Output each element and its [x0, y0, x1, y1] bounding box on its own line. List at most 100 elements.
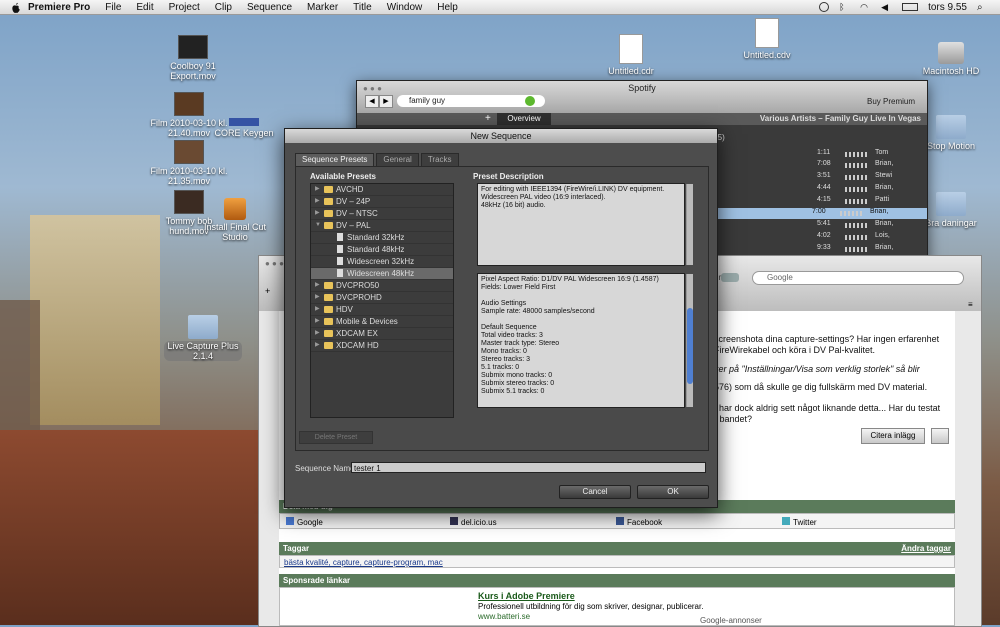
bookmarks-menu-icon[interactable]: ≡	[968, 300, 973, 309]
preset-file-icon	[337, 233, 343, 241]
disclosure-closed-icon[interactable]: ▶	[315, 328, 320, 339]
menu-project[interactable]: Project	[169, 2, 200, 13]
share-twitter-link[interactable]: Twitter	[782, 517, 817, 527]
menu-app[interactable]: Premiere Pro	[28, 2, 90, 13]
tab-sequence-presets[interactable]: Sequence Presets	[295, 153, 375, 166]
share-label: Facebook	[627, 518, 663, 527]
preset-folder-row[interactable]: ▶ DV – NTSC	[311, 208, 453, 220]
delete-preset-button[interactable]: Delete Preset	[299, 431, 373, 444]
edit-tags-link[interactable]: Ändra taggar	[901, 542, 951, 555]
disclosure-closed-icon[interactable]: ▶	[315, 304, 320, 315]
spotlight-search-icon[interactable]: ⌕	[977, 2, 988, 13]
menu-sequence[interactable]: Sequence	[247, 2, 292, 13]
sponsored-section: Kurs i Adobe Premiere Professionell utbi…	[279, 587, 955, 626]
preset-folder-row[interactable]: ▶ DVCPROHD	[311, 292, 453, 304]
cancel-button[interactable]: Cancel	[559, 485, 631, 499]
folder-icon	[324, 330, 333, 337]
tags-list[interactable]: bästa kvalité, capture, capture-program,…	[284, 558, 443, 567]
battery-icon[interactable]	[902, 3, 919, 11]
preset-label: Widescreen 32kHz	[347, 257, 415, 266]
spotify-search-input[interactable]: family guy	[397, 95, 545, 107]
track-row[interactable]: 9:33 Brian,	[717, 244, 927, 255]
track-row[interactable]: 4:02 Lois,	[717, 232, 927, 243]
disclosure-closed-icon[interactable]: ▶	[315, 292, 320, 303]
disclosure-closed-icon[interactable]: ▶	[315, 280, 320, 291]
disclosure-closed-icon[interactable]: ▶	[315, 340, 320, 351]
disclosure-closed-icon[interactable]: ▶	[315, 184, 320, 195]
track-row[interactable]: 4:15 Patti	[717, 196, 927, 207]
menu-help[interactable]: Help	[437, 2, 458, 13]
track-row[interactable]: 3:51 Stewi	[717, 172, 927, 183]
post-text-line: 576) som då skulle ge dig fullskärm med …	[714, 382, 928, 392]
wifi-icon[interactable]: ◠	[860, 2, 871, 12]
track-row[interactable]: 7:08 Brian,	[717, 160, 927, 171]
time-machine-icon[interactable]	[819, 2, 830, 12]
preset-tree[interactable]: ▶ AVCHD ▶ DV – 24P ▶ DV – NTSC ▼ DV – PAL Standa…	[310, 183, 454, 418]
description-scrollbar[interactable]	[686, 184, 693, 265]
tab-tracks[interactable]: Tracks	[420, 153, 459, 166]
cite-post-button[interactable]: Citera inlägg	[861, 428, 925, 444]
preset-row[interactable]: Standard 48kHz	[311, 244, 453, 256]
preset-row[interactable]: Widescreen 32kHz	[311, 256, 453, 268]
track-row[interactable]: 5:41 Brian,	[717, 220, 927, 231]
add-bookmark-icon[interactable]: +	[265, 286, 270, 296]
desktop-file-livecapture[interactable]: Live Capture Plus 2.1.4	[164, 315, 242, 361]
back-arrow-icon[interactable]: ◀	[365, 95, 379, 108]
disclosure-open-icon[interactable]: ▼	[315, 220, 321, 231]
desktop-file-film2[interactable]: Film 2010-03-10 kl. 21.35.mov	[150, 140, 228, 186]
window-traffic-lights[interactable]: ● ● ●	[265, 259, 284, 268]
search-go-icon[interactable]	[525, 96, 535, 106]
disclosure-closed-icon[interactable]: ▶	[315, 196, 320, 207]
track-row[interactable]: 4:44 Brian,	[717, 184, 927, 195]
preset-folder-row[interactable]: ▶ XDCAM EX	[311, 328, 453, 340]
buy-premium-link[interactable]: Buy Premium	[867, 97, 915, 106]
rss-icon[interactable]	[721, 273, 739, 282]
preset-folder-row[interactable]: ▶ DV – 24P	[311, 196, 453, 208]
share-facebook-link[interactable]: Facebook	[616, 517, 662, 527]
disclosure-closed-icon[interactable]: ▶	[315, 208, 320, 219]
menu-file[interactable]: File	[105, 2, 121, 13]
tab-general[interactable]: General	[376, 153, 419, 166]
popularity-bar	[845, 199, 867, 204]
menu-title[interactable]: Title	[353, 2, 372, 13]
bluetooth-icon[interactable]: ᛒ	[839, 2, 850, 12]
preset-folder-row[interactable]: ▼ DV – PAL	[311, 220, 453, 232]
desktop-file-installfcs[interactable]: Install Final Cut Studio	[196, 198, 274, 242]
details-scrollbar[interactable]	[686, 274, 693, 407]
track-row[interactable]: 1:11 Tom	[717, 149, 927, 160]
browser-search-input[interactable]: Google	[752, 271, 964, 285]
new-playlist-plus-icon[interactable]: +	[485, 113, 491, 125]
preset-row[interactable]: Widescreen 48kHz	[311, 268, 453, 280]
forward-arrow-icon[interactable]: ▶	[379, 95, 393, 108]
preset-folder-row[interactable]: ▶ Mobile & Devices	[311, 316, 453, 328]
desktop-drive-macintosh[interactable]: Macintosh HD	[912, 42, 990, 76]
tab-overview[interactable]: Overview	[497, 113, 551, 125]
share-google-link[interactable]: Google	[286, 517, 323, 527]
sequence-name-input[interactable]: tester 1	[351, 462, 706, 473]
preset-folder-row[interactable]: ▶ HDV	[311, 304, 453, 316]
disclosure-closed-icon[interactable]: ▶	[315, 316, 320, 327]
volume-icon[interactable]: ◀	[881, 2, 892, 12]
ok-button[interactable]: OK	[637, 485, 709, 499]
menu-edit[interactable]: Edit	[136, 2, 153, 13]
desktop-file-untitledcdv[interactable]: Untitled.cdv	[728, 18, 806, 60]
menu-clip[interactable]: Clip	[215, 2, 232, 13]
share-delicious-link[interactable]: del.icio.us	[450, 517, 497, 527]
desktop-file-untitledcdr[interactable]: Untitled.cdr	[592, 34, 670, 76]
menu-window[interactable]: Window	[387, 2, 423, 13]
apple-icon[interactable]	[10, 2, 22, 13]
desktop-file-coolboy[interactable]: Coolboy 91 Export.mov	[154, 35, 232, 81]
preset-folder-row[interactable]: ▶ DVCPRO50	[311, 280, 453, 292]
preset-folder-row[interactable]: ▶ XDCAM HD	[311, 340, 453, 352]
desktop-file-core[interactable]: CORE Keygen	[205, 118, 283, 138]
quick-reply-icon[interactable]	[931, 428, 949, 444]
menu-marker[interactable]: Marker	[307, 2, 338, 13]
track-row-selected[interactable]: 7:00 Brian,	[712, 208, 927, 219]
menu-clock[interactable]: tors 9.55	[928, 2, 967, 13]
preset-row[interactable]: Standard 32kHz	[311, 232, 453, 244]
popularity-bar	[845, 247, 867, 252]
ad-title-link[interactable]: Kurs i Adobe Premiere	[478, 591, 575, 601]
preset-folder-row[interactable]: ▶ AVCHD	[311, 184, 453, 196]
menu-bar: Premiere Pro File Edit Project Clip Sequ…	[0, 0, 1000, 15]
scrollbar-thumb[interactable]	[687, 308, 693, 384]
